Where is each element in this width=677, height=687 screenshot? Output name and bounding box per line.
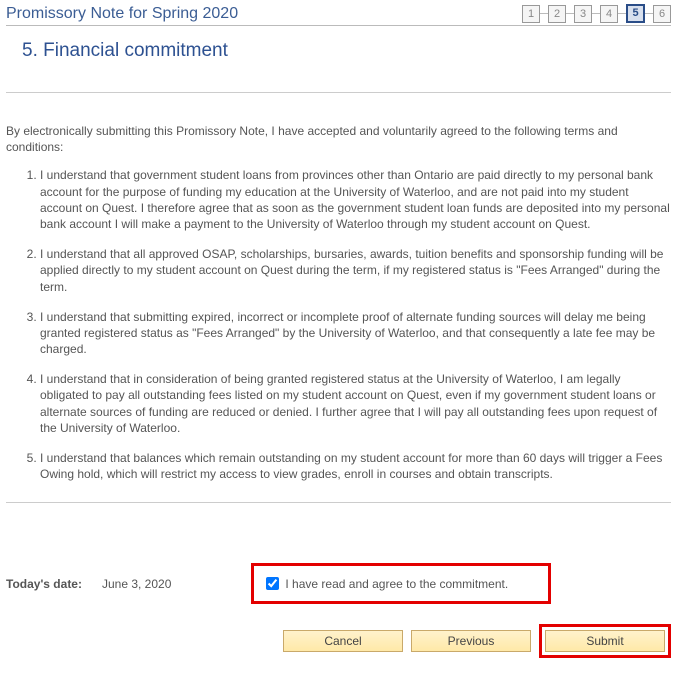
- date-value: June 3, 2020: [102, 577, 171, 591]
- divider-top: [6, 92, 671, 93]
- agree-highlight: I have read and agree to the commitment.: [251, 563, 551, 604]
- term-item: I understand that in consideration of be…: [40, 371, 671, 436]
- cancel-button[interactable]: Cancel: [283, 630, 403, 652]
- agree-checkbox[interactable]: [266, 577, 279, 590]
- step-4[interactable]: 4: [600, 5, 618, 23]
- step-indicator: 123456: [522, 4, 671, 23]
- term-item: I understand that all approved OSAP, sch…: [40, 246, 671, 295]
- step-separator: [618, 13, 626, 14]
- header: Promissory Note for Spring 2020 123456: [6, 4, 671, 26]
- step-1[interactable]: 1: [522, 5, 540, 23]
- step-2[interactable]: 2: [548, 5, 566, 23]
- submit-highlight: Submit: [539, 624, 671, 658]
- step-separator: [566, 13, 574, 14]
- agree-label[interactable]: I have read and agree to the commitment.: [285, 577, 508, 591]
- step-separator: [645, 13, 653, 14]
- page-title: Promissory Note for Spring 2020: [6, 5, 238, 23]
- step-separator: [592, 13, 600, 14]
- button-row: Cancel Previous Submit: [6, 624, 671, 658]
- submit-button[interactable]: Submit: [545, 630, 665, 652]
- footer: Today's date: June 3, 2020 I have read a…: [6, 563, 671, 658]
- term-item: I understand that balances which remain …: [40, 450, 671, 482]
- date-label: Today's date:: [6, 577, 82, 591]
- terms-list: I understand that government student loa…: [6, 167, 671, 482]
- step-5[interactable]: 5: [626, 4, 645, 23]
- step-6[interactable]: 6: [653, 5, 671, 23]
- step-3[interactable]: 3: [574, 5, 592, 23]
- step-separator: [540, 13, 548, 14]
- previous-button[interactable]: Previous: [411, 630, 531, 652]
- section-heading: 5. Financial commitment: [22, 40, 671, 62]
- intro-text: By electronically submitting this Promis…: [6, 123, 671, 155]
- divider-bottom: [6, 502, 671, 503]
- term-item: I understand that submitting expired, in…: [40, 309, 671, 358]
- term-item: I understand that government student loa…: [40, 167, 671, 232]
